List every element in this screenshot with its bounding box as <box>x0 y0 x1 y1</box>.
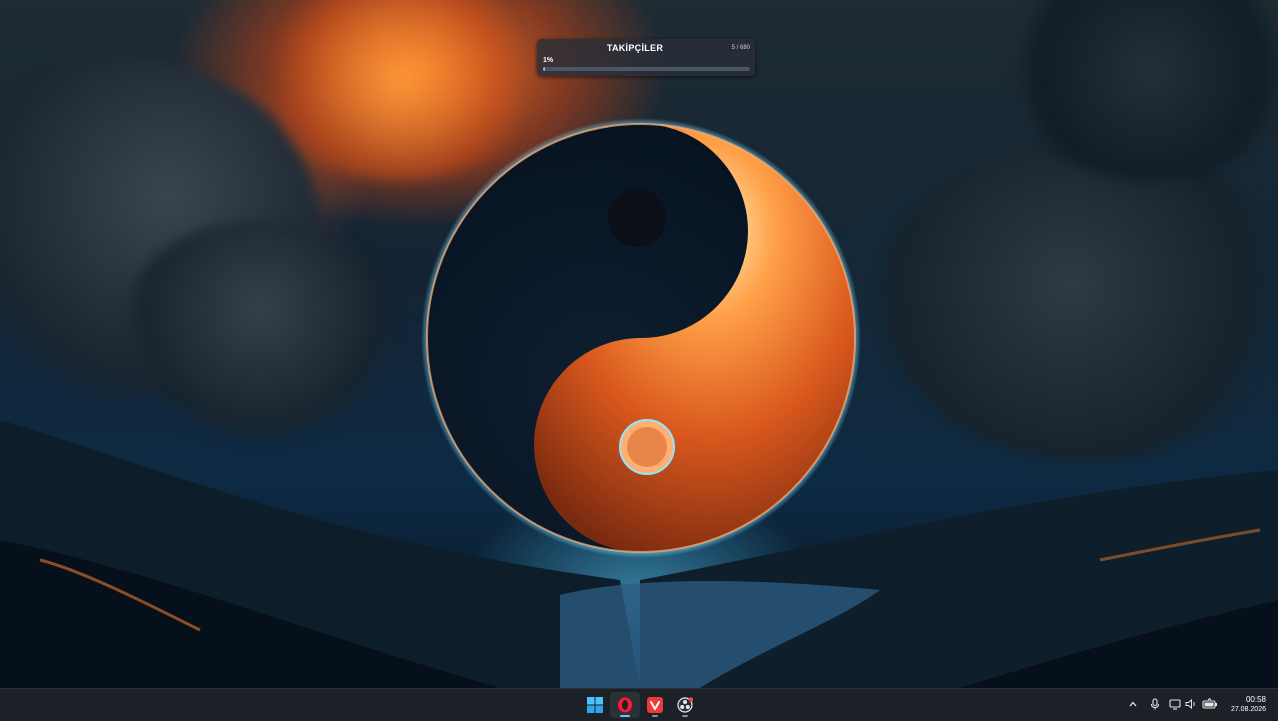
start-button[interactable] <box>580 692 610 718</box>
show-hidden-icons-button[interactable] <box>1126 697 1140 711</box>
active-indicator <box>620 715 630 717</box>
opera-icon <box>618 697 632 713</box>
volume-icon <box>1185 698 1195 710</box>
battery-icon <box>1202 698 1217 709</box>
battery-tray-button[interactable] <box>1202 697 1218 711</box>
followers-progress-bar <box>543 67 750 71</box>
landscape-hills <box>0 420 1278 688</box>
taskbar-obs-button[interactable] <box>670 692 700 718</box>
followers-goal-widget: TAKİPÇİLER 5 / 680 1% <box>537 39 755 76</box>
microphone-tray-button[interactable] <box>1148 697 1162 711</box>
desktop-wallpaper: TAKİPÇİLER 5 / 680 1% <box>0 0 1278 688</box>
network-tray-button[interactable] <box>1168 697 1182 711</box>
vivaldi-icon <box>647 697 663 713</box>
chevron-up-icon <box>1129 701 1137 707</box>
network-icon <box>1169 699 1181 710</box>
followers-progress-fill <box>543 67 546 71</box>
taskbar-vivaldi-button[interactable] <box>640 692 670 718</box>
running-indicator <box>652 715 658 717</box>
clock-time: 00:58 <box>1245 695 1266 704</box>
followers-percent: 1% <box>543 57 554 64</box>
followers-count: 5 / 680 <box>731 45 750 51</box>
obs-icon <box>677 697 693 713</box>
volume-tray-button[interactable] <box>1184 697 1198 711</box>
running-indicator <box>682 715 688 717</box>
taskbar-clock[interactable]: 00:58 27.08.2026 <box>1231 695 1266 715</box>
taskbar: 00:58 27.08.2026 <box>0 688 1278 721</box>
windows-logo-icon <box>587 697 603 713</box>
microphone-icon <box>1150 698 1160 710</box>
clock-date: 27.08.2026 <box>1230 706 1266 713</box>
taskbar-opera-button[interactable] <box>610 692 640 718</box>
followers-title: TAKİPÇİLER <box>606 43 664 53</box>
